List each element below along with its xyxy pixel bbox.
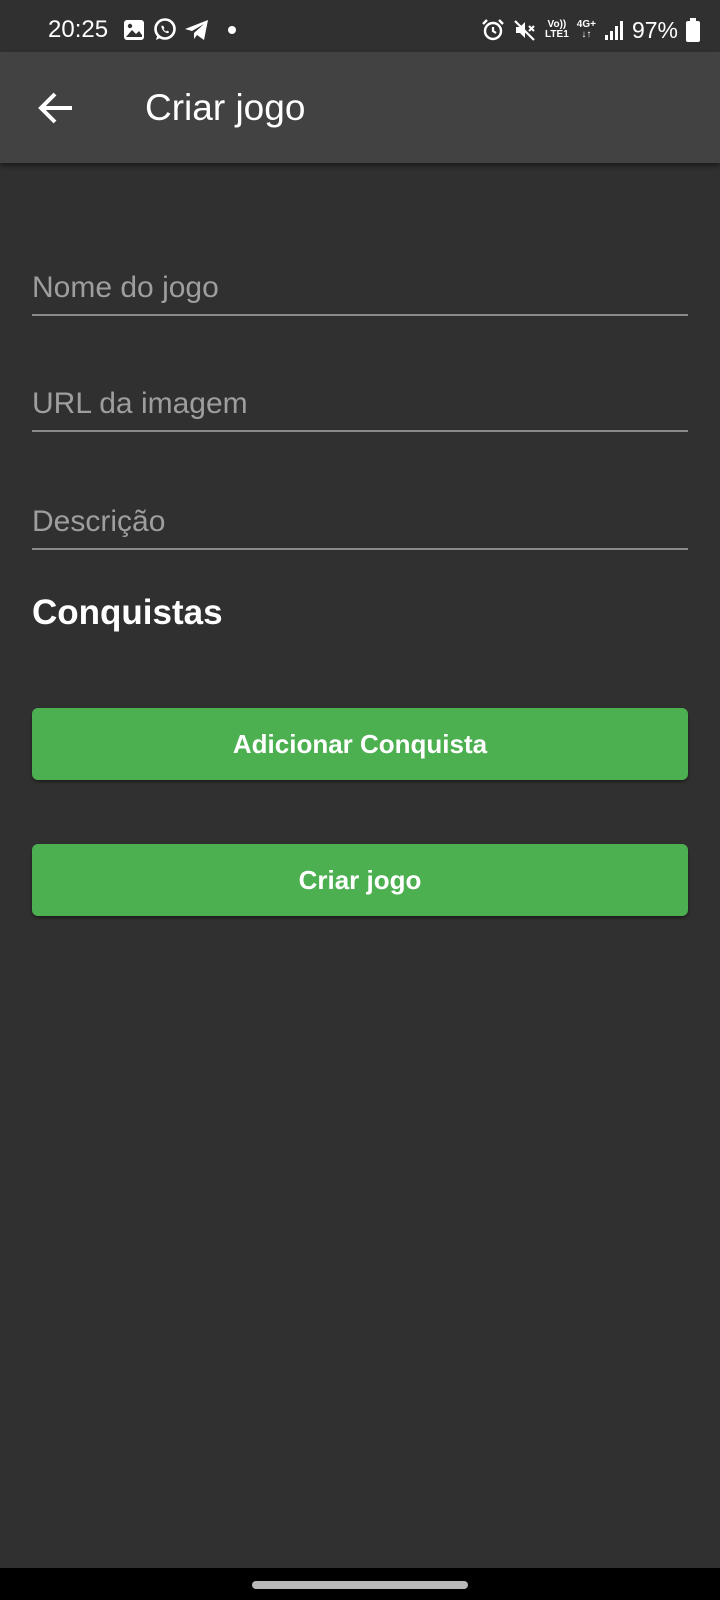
battery-icon bbox=[686, 18, 700, 42]
create-game-screen: 20:25 Vo)) LTE1 4G+ ↓↑ 97% Criar jogo No… bbox=[0, 0, 720, 1600]
system-icons: Vo)) LTE1 4G+ ↓↑ 97% bbox=[473, 16, 700, 44]
home-gesture-handle[interactable] bbox=[252, 1581, 468, 1589]
gallery-icon bbox=[124, 20, 144, 40]
volte-icon: Vo)) LTE1 bbox=[545, 19, 569, 40]
telegram-icon bbox=[185, 20, 208, 40]
more-notifications-dot bbox=[228, 26, 236, 34]
navigation-bar bbox=[0, 1568, 720, 1600]
arrow-back-icon bbox=[38, 92, 72, 124]
battery-percentage: 97% bbox=[631, 17, 678, 43]
data-4g-icon: 4G+ ↓↑ bbox=[576, 19, 596, 40]
notification-icons bbox=[122, 17, 236, 43]
image-url-field-container bbox=[32, 340, 688, 432]
mute-icon bbox=[514, 20, 535, 41]
whatsapp-icon bbox=[154, 18, 176, 40]
create-game-button[interactable]: Criar jogo bbox=[32, 844, 688, 916]
app-bar: Criar jogo bbox=[0, 52, 720, 163]
description-field-container bbox=[32, 458, 688, 550]
alarm-icon bbox=[482, 19, 504, 41]
game-name-field-container bbox=[32, 224, 688, 316]
page-title: Criar jogo bbox=[145, 87, 306, 128]
status-bar: 20:25 Vo)) LTE1 4G+ ↓↑ 97% bbox=[0, 0, 720, 52]
game-name-field[interactable] bbox=[32, 224, 688, 314]
back-button[interactable] bbox=[26, 78, 86, 138]
status-time: 20:25 bbox=[48, 16, 109, 43]
add-achievement-button[interactable]: Adicionar Conquista bbox=[32, 708, 688, 780]
signal-icon bbox=[604, 21, 623, 40]
image-url-field[interactable] bbox=[32, 340, 688, 430]
achievements-title: Conquistas bbox=[32, 593, 223, 632]
description-field[interactable] bbox=[32, 458, 688, 548]
